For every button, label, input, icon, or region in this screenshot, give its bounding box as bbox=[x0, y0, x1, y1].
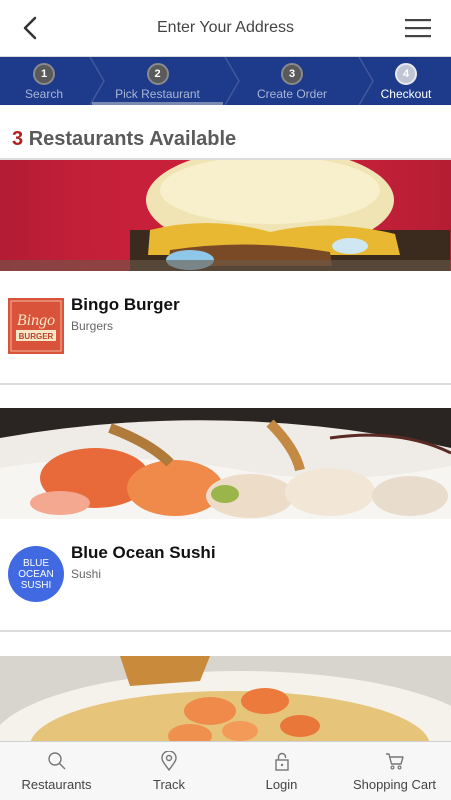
hamburger-menu-icon[interactable] bbox=[405, 17, 431, 39]
step-checkout[interactable]: 4 Checkout bbox=[366, 57, 446, 105]
restaurant-info: Bingo BURGER Bingo Burger Burgers bbox=[0, 271, 451, 382]
restaurant-photo bbox=[0, 160, 451, 271]
logo-line: BLUE bbox=[23, 558, 49, 569]
nav-login[interactable]: Login bbox=[225, 742, 338, 800]
nav-shopping-cart[interactable]: Shopping Cart bbox=[338, 742, 451, 800]
logo-line: OCEAN bbox=[18, 569, 54, 580]
blue-ocean-sushi-logo: BLUE OCEAN SUSHI bbox=[8, 546, 64, 602]
step-number: 4 bbox=[395, 63, 417, 85]
restaurant-info: BLUE OCEAN SUSHI Blue Ocean Sushi Sushi bbox=[0, 519, 451, 630]
results-label: Restaurants Available bbox=[28, 128, 237, 150]
step-create-order[interactable]: 3 Create Order bbox=[228, 57, 356, 105]
cart-icon bbox=[385, 753, 404, 770]
logo-subtext: BURGER bbox=[19, 332, 54, 341]
restaurant-name[interactable]: Blue Ocean Sushi bbox=[71, 543, 216, 563]
step-label: Pick Restaurant bbox=[115, 87, 200, 101]
step-number: 1 bbox=[33, 63, 55, 85]
logo-text: Bingo bbox=[17, 312, 55, 329]
divider bbox=[0, 383, 451, 385]
bottom-navigation: Restaurants Track Login Shopping Cart bbox=[0, 741, 451, 800]
restaurant-cuisine: Sushi bbox=[71, 567, 102, 581]
step-number: 2 bbox=[146, 63, 169, 85]
logo-line: SUSHI bbox=[21, 580, 52, 591]
nav-label: Track bbox=[152, 777, 186, 792]
results-count: 3 bbox=[12, 128, 24, 150]
step-label: Search bbox=[24, 87, 64, 101]
nav-label: Restaurants bbox=[21, 777, 92, 792]
search-icon bbox=[47, 752, 65, 770]
divider bbox=[0, 630, 451, 632]
restaurant-card-bingo-burger[interactable]: Bingo BURGER Bingo Burger Burgers bbox=[0, 160, 451, 382]
top-bar: Enter Your Address bbox=[0, 0, 451, 57]
address-title[interactable]: Enter Your Address bbox=[0, 19, 451, 37]
order-steps: 1 Search 2 Pick Restaurant 3 Create Orde… bbox=[0, 57, 451, 105]
restaurant-card-blue-ocean-sushi[interactable]: BLUE OCEAN SUSHI Blue Ocean Sushi Sushi bbox=[0, 408, 451, 630]
restaurant-name[interactable]: Bingo Burger bbox=[71, 295, 180, 315]
restaurant-cuisine: Burgers bbox=[71, 319, 114, 333]
nav-track[interactable]: Track bbox=[113, 742, 225, 800]
nav-label: Shopping Cart bbox=[352, 777, 437, 792]
step-number: 3 bbox=[281, 63, 303, 85]
step-label: Checkout bbox=[380, 87, 432, 101]
results-heading: 3 Restaurants Available bbox=[12, 128, 236, 151]
step-search[interactable]: 1 Search bbox=[0, 57, 88, 105]
nav-restaurants[interactable]: Restaurants bbox=[0, 742, 113, 800]
location-pin-icon bbox=[161, 751, 177, 771]
restaurant-photo bbox=[0, 408, 451, 519]
sushi-photo bbox=[0, 408, 451, 519]
lock-icon bbox=[274, 752, 289, 771]
step-label: Create Order bbox=[256, 87, 328, 101]
burger-photo bbox=[0, 160, 451, 271]
bingo-burger-logo: Bingo BURGER bbox=[8, 298, 64, 354]
nav-label: Login bbox=[265, 777, 298, 792]
step-pick-restaurant[interactable]: 2 Pick Restaurant bbox=[92, 57, 223, 105]
